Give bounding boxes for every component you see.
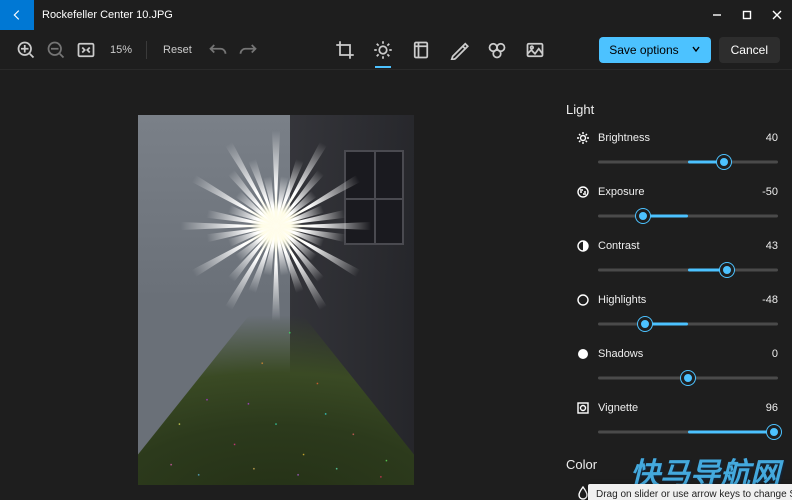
undo-icon bbox=[208, 40, 228, 60]
contrast-label: Contrast bbox=[598, 240, 766, 252]
contrast-control: Contrast43 bbox=[566, 239, 778, 277]
background-icon bbox=[525, 40, 545, 60]
markup-tab[interactable] bbox=[449, 40, 469, 60]
light-header: Light bbox=[566, 102, 778, 117]
save-label: Save options bbox=[609, 43, 678, 57]
zoom-in-icon bbox=[16, 40, 36, 60]
color-header: Color bbox=[566, 457, 778, 472]
saturation-tooltip: Drag on slider or use arrow keys to chan… bbox=[588, 484, 792, 500]
exposure-control: Exposure-50 bbox=[566, 185, 778, 223]
zoom-out-button[interactable] bbox=[46, 40, 66, 60]
zoom-level[interactable]: 15% bbox=[106, 44, 136, 56]
vignette-slider[interactable] bbox=[598, 425, 778, 439]
shadows-slider[interactable] bbox=[598, 371, 778, 385]
vignette-value: 96 bbox=[766, 402, 778, 414]
background-tab[interactable] bbox=[525, 40, 545, 60]
highlights-slider[interactable] bbox=[598, 317, 778, 331]
minimize-icon bbox=[712, 10, 722, 20]
markup-icon bbox=[449, 40, 469, 60]
undo-button[interactable] bbox=[208, 40, 228, 60]
redo-icon bbox=[238, 40, 258, 60]
cancel-button[interactable]: Cancel bbox=[719, 37, 780, 63]
brightness-icon bbox=[576, 131, 590, 145]
maximize-icon bbox=[742, 10, 752, 20]
shadows-icon bbox=[576, 347, 590, 361]
exposure-slider[interactable] bbox=[598, 209, 778, 223]
zoom-in-button[interactable] bbox=[16, 40, 36, 60]
vignette-control: Vignette96 bbox=[566, 401, 778, 439]
vignette-icon bbox=[576, 401, 590, 415]
shadows-value: 0 bbox=[772, 348, 778, 360]
window-title: Rockefeller Center 10.JPG bbox=[42, 9, 702, 21]
fit-button[interactable] bbox=[76, 40, 96, 60]
adjust-icon bbox=[373, 40, 393, 60]
brightness-label: Brightness bbox=[598, 132, 766, 144]
save-options-button[interactable]: Save options bbox=[599, 37, 710, 63]
adjust-panel: Light Brightness40 Exposure-50 Contrast43 H… bbox=[552, 70, 792, 500]
redo-button[interactable] bbox=[238, 40, 258, 60]
zoom-out-icon bbox=[46, 40, 66, 60]
exposure-label: Exposure bbox=[598, 186, 762, 198]
shadows-label: Shadows bbox=[598, 348, 772, 360]
minimize-button[interactable] bbox=[702, 0, 732, 30]
contrast-icon bbox=[576, 239, 590, 253]
highlights-control: Highlights-48 bbox=[566, 293, 778, 331]
title-bar: Rockefeller Center 10.JPG bbox=[0, 0, 792, 30]
image-preview[interactable] bbox=[138, 115, 414, 485]
highlights-label: Highlights bbox=[598, 294, 762, 306]
highlights-icon bbox=[576, 293, 590, 307]
contrast-value: 43 bbox=[766, 240, 778, 252]
contrast-slider[interactable] bbox=[598, 263, 778, 277]
reset-button[interactable]: Reset bbox=[157, 44, 198, 56]
filter-icon bbox=[411, 40, 431, 60]
retouch-icon bbox=[487, 40, 507, 60]
saturation-control: S Drag on slider or use arrow keys to ch… bbox=[566, 486, 778, 500]
crop-tab[interactable] bbox=[335, 40, 355, 60]
vignette-label: Vignette bbox=[598, 402, 766, 414]
brightness-control: Brightness40 bbox=[566, 131, 778, 169]
shadows-control: Shadows0 bbox=[566, 347, 778, 385]
retouch-tab[interactable] bbox=[487, 40, 507, 60]
chevron-down-icon bbox=[691, 43, 701, 57]
back-button[interactable] bbox=[0, 0, 34, 30]
highlights-value: -48 bbox=[762, 294, 778, 306]
crop-icon bbox=[335, 40, 355, 60]
brightness-slider[interactable] bbox=[598, 155, 778, 169]
brightness-value: 40 bbox=[766, 132, 778, 144]
filters-tab[interactable] bbox=[411, 40, 431, 60]
back-arrow-icon bbox=[10, 8, 24, 22]
close-icon bbox=[772, 10, 782, 20]
exposure-value: -50 bbox=[762, 186, 778, 198]
toolbar: 15% Reset Save options Cancel bbox=[0, 30, 792, 70]
canvas-area[interactable] bbox=[0, 70, 552, 500]
adjust-tab[interactable] bbox=[373, 40, 393, 60]
fit-icon bbox=[76, 40, 96, 60]
close-button[interactable] bbox=[762, 0, 792, 30]
maximize-button[interactable] bbox=[732, 0, 762, 30]
exposure-icon bbox=[576, 185, 590, 199]
divider bbox=[146, 41, 147, 59]
